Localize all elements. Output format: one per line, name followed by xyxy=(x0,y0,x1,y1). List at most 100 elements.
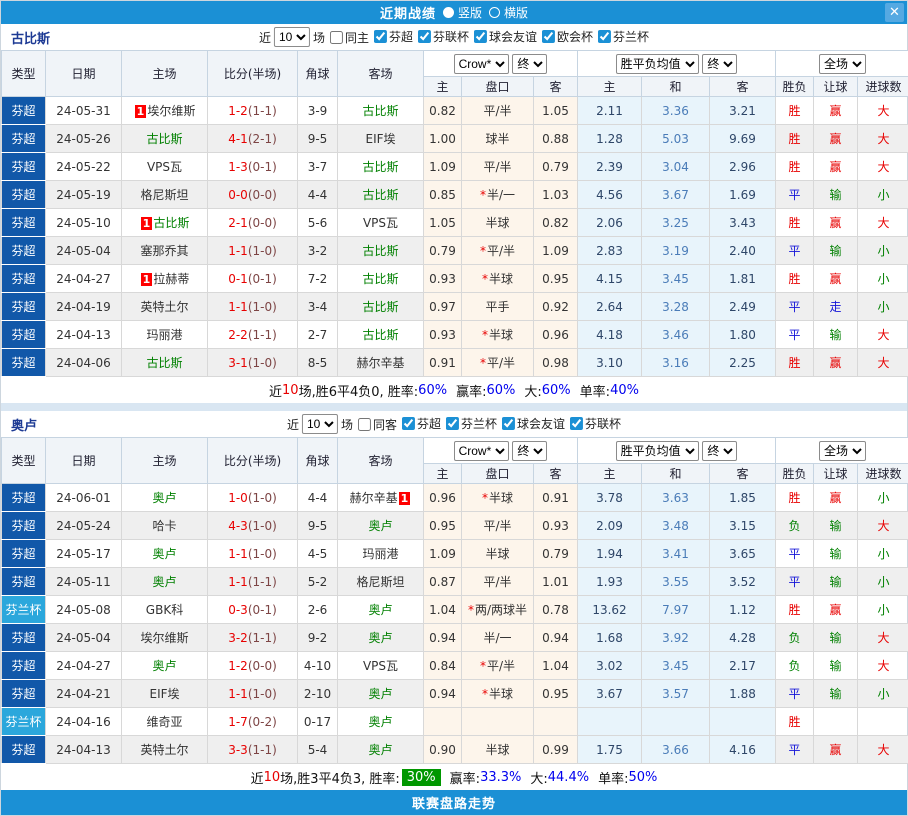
avg-draw-odds: 7.97 xyxy=(642,596,710,624)
league-filter-checkbox[interactable] xyxy=(402,417,415,430)
scope-group-header: 全场 xyxy=(776,438,908,464)
rank-badge: 1 xyxy=(399,492,411,505)
league-filter-checkbox[interactable] xyxy=(502,417,515,430)
recent-count-select[interactable]: 10 xyxy=(274,27,310,47)
summary-record: 场,胜3平4负3, 胜率: xyxy=(280,768,400,787)
col-result: 胜负 xyxy=(776,464,814,484)
full-time-score: 0-1 xyxy=(228,272,248,286)
recent-count-select[interactable]: 10 xyxy=(302,414,338,434)
col-score: 比分(半场) xyxy=(208,438,298,484)
league-filter[interactable]: 芬兰杯 xyxy=(598,28,649,45)
handicap-result-cell: 赢 xyxy=(814,484,858,512)
odds-stage-select[interactable]: 终 xyxy=(512,54,547,74)
avg-draw-odds: 3.66 xyxy=(642,736,710,764)
league-filter-checkbox[interactable] xyxy=(598,30,611,43)
col-result: 胜负 xyxy=(776,77,814,97)
avg-home-odds: 1.75 xyxy=(578,736,642,764)
games-label: 场 xyxy=(313,29,325,46)
layout-radio-vertical[interactable]: 竖版 xyxy=(443,4,482,21)
match-date: 24-05-22 xyxy=(46,153,122,181)
avg-away-odds xyxy=(710,708,776,736)
handicap-line: 平/半 xyxy=(462,97,534,125)
handicap-odds-away: 1.01 xyxy=(534,568,578,596)
live-star-icon: * xyxy=(480,244,486,258)
league-filter-checkbox[interactable] xyxy=(570,417,583,430)
match-score: 3-1(1-0) xyxy=(208,349,298,377)
same-venue-filter[interactable]: 同主 xyxy=(330,29,369,46)
handicap-odds-away: 0.78 xyxy=(534,596,578,624)
match-type-badge: 芬超 xyxy=(2,484,46,512)
league-filter-checkbox[interactable] xyxy=(446,417,459,430)
avg-stage-select[interactable]: 终 xyxy=(702,441,737,461)
league-filter-checkbox[interactable] xyxy=(418,30,431,43)
avg-home-odds: 1.68 xyxy=(578,624,642,652)
league-filter[interactable]: 球会友谊 xyxy=(474,28,537,45)
league-filter-checkbox[interactable] xyxy=(542,30,555,43)
team-label: 古比斯 xyxy=(362,272,398,286)
half-time-score: (0-2) xyxy=(248,715,277,729)
league-filter[interactable]: 芬兰杯 xyxy=(446,415,497,432)
handicap-odds-away: 0.98 xyxy=(534,349,578,377)
league-filter-checkbox[interactable] xyxy=(474,30,487,43)
avg-draw-odds: 3.63 xyxy=(642,484,710,512)
goals-result-cell: 大 xyxy=(858,349,908,377)
match-score: 1-0(1-0) xyxy=(208,484,298,512)
league-filter[interactable]: 芬超 xyxy=(402,415,441,432)
goals-result-cell: 大 xyxy=(858,209,908,237)
away-team: 格尼斯坦 xyxy=(338,568,424,596)
match-score: 4-1(2-1) xyxy=(208,125,298,153)
league-filter[interactable]: 芬联杯 xyxy=(570,415,621,432)
match-type-badge: 芬超 xyxy=(2,125,46,153)
section-divider xyxy=(1,403,907,411)
home-team: 哈卡 xyxy=(122,512,208,540)
handicap-odds-home: 0.84 xyxy=(424,652,462,680)
league-filter[interactable]: 欧会杯 xyxy=(542,28,593,45)
team-label: 赫尔辛基 xyxy=(356,356,404,370)
league-filter[interactable]: 芬超 xyxy=(374,28,413,45)
avg-away-odds: 1.85 xyxy=(710,484,776,512)
odds-rate-value: 33.3% xyxy=(480,770,521,785)
match-scope-select[interactable]: 全场 xyxy=(819,441,866,461)
odds-stage-select[interactable]: 终 xyxy=(512,441,547,461)
col-away: 客场 xyxy=(338,51,424,97)
league-filter-checkbox[interactable] xyxy=(374,30,387,43)
league-filter[interactable]: 芬联杯 xyxy=(418,28,469,45)
live-star-icon: * xyxy=(482,272,488,286)
away-team: 古比斯 xyxy=(338,265,424,293)
avg-home-odds: 1.28 xyxy=(578,125,642,153)
same-venue-checkbox[interactable] xyxy=(358,418,371,431)
corner-score: 9-5 xyxy=(298,512,338,540)
summary-record: 场,胜6平4负0, 胜率: xyxy=(299,381,419,400)
match-type-badge: 芬兰杯 xyxy=(2,708,46,736)
full-time-score: 1-1 xyxy=(228,300,248,314)
result-cell: 平 xyxy=(776,293,814,321)
col-odds-away: 客 xyxy=(534,77,578,97)
layout-radio-horizontal[interactable]: 横版 xyxy=(489,4,528,21)
result-cell: 胜 xyxy=(776,97,814,125)
close-icon[interactable]: ✕ xyxy=(885,3,904,22)
avg-stage-select[interactable]: 终 xyxy=(702,54,737,74)
match-type-badge: 芬超 xyxy=(2,153,46,181)
avg-metric-select[interactable]: 胜平负均值 xyxy=(616,441,699,461)
handicap-odds-away: 0.82 xyxy=(534,209,578,237)
odds-company-select[interactable]: Crow* xyxy=(454,54,509,74)
team-label: 奥卢 xyxy=(152,575,176,589)
summary-count: 10 xyxy=(282,383,299,398)
half-time-score: (0-1) xyxy=(248,160,277,174)
match-score: 0-3(0-1) xyxy=(208,596,298,624)
avg-metric-select[interactable]: 胜平负均值 xyxy=(616,54,699,74)
away-team: 奥卢 xyxy=(338,708,424,736)
team-label: 塞那乔其 xyxy=(140,244,188,258)
match-scope-select[interactable]: 全场 xyxy=(819,54,866,74)
corner-score: 4-4 xyxy=(298,484,338,512)
avg-home-odds xyxy=(578,708,642,736)
match-date: 24-05-26 xyxy=(46,125,122,153)
avg-away-odds: 9.69 xyxy=(710,125,776,153)
handicap-odds-home: 0.85 xyxy=(424,181,462,209)
handicap-line: 半球 xyxy=(462,209,534,237)
same-venue-checkbox[interactable] xyxy=(330,31,343,44)
odds-rate-value: 60% xyxy=(486,383,515,398)
odds-company-select[interactable]: Crow* xyxy=(454,441,509,461)
same-venue-filter[interactable]: 同客 xyxy=(358,416,397,433)
league-filter[interactable]: 球会友谊 xyxy=(502,415,565,432)
